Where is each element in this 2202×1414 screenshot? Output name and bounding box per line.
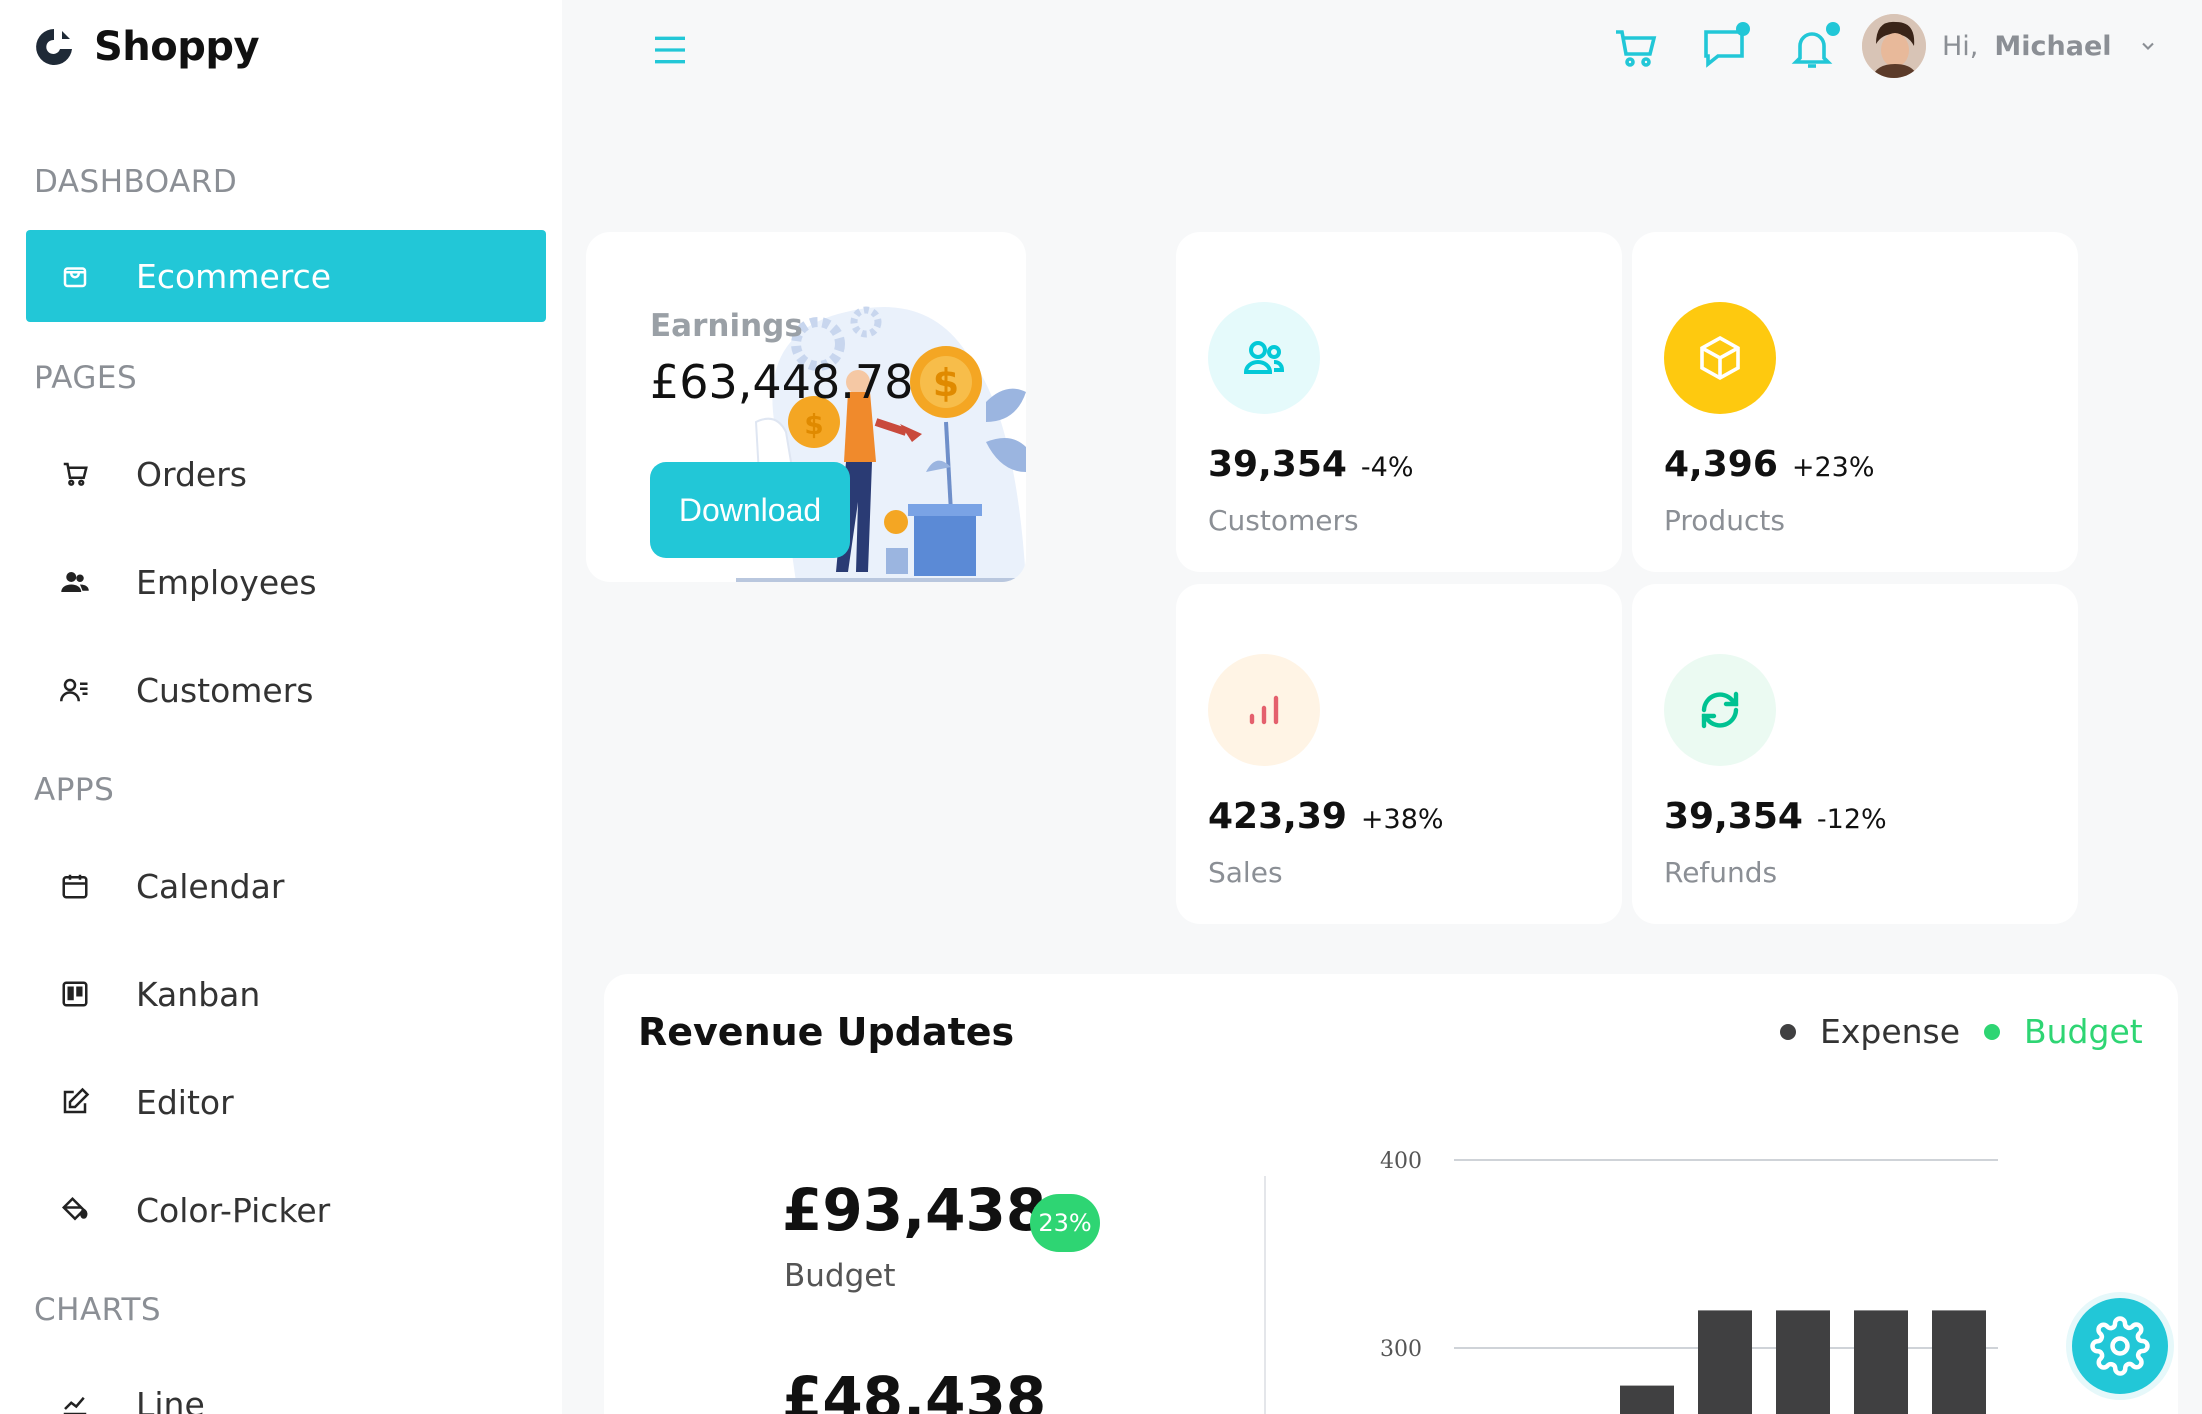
chevron-down-icon bbox=[2141, 42, 2154, 50]
bar-1 bbox=[1698, 1310, 1752, 1414]
stat-value-text: 4,396 bbox=[1664, 444, 1778, 485]
stat-value-refunds: 39,354 -12% bbox=[1664, 796, 1887, 837]
legend-label-budget: Budget bbox=[2024, 1012, 2143, 1051]
stat-change: -12% bbox=[1816, 804, 1887, 835]
sidebar: Shoppy DASHBOARD Ecommerce PAGES Orders … bbox=[0, 0, 562, 1414]
section-title-charts: CHARTS bbox=[34, 1292, 162, 1328]
user-profile-menu[interactable]: Hi, Michael bbox=[1862, 14, 2158, 78]
sidebar-item-editor[interactable]: Editor bbox=[26, 1056, 546, 1148]
app-logo[interactable]: Shoppy bbox=[32, 24, 260, 70]
stat-change: -4% bbox=[1360, 452, 1414, 483]
stat-value-customers: 39,354 -4% bbox=[1208, 444, 1414, 485]
sidebar-item-label: Employees bbox=[136, 562, 317, 602]
budget-label: Budget bbox=[784, 1258, 896, 1294]
expense-value: £48,438 bbox=[782, 1364, 1047, 1414]
gear-icon bbox=[2090, 1316, 2150, 1376]
revenue-title: Revenue Updates bbox=[638, 1010, 1015, 1054]
bell-notification-dot bbox=[1826, 22, 1840, 36]
greeting-text: Hi, bbox=[1942, 30, 1979, 62]
section-title-pages: PAGES bbox=[34, 360, 138, 396]
paint-bucket-icon bbox=[58, 1193, 92, 1227]
kanban-icon bbox=[58, 977, 92, 1011]
stat-change: +38% bbox=[1360, 804, 1444, 835]
sidebar-item-label: Calendar bbox=[136, 866, 285, 906]
stat-value-text: 39,354 bbox=[1664, 796, 1803, 837]
edit-icon bbox=[58, 1085, 92, 1119]
employees-icon bbox=[58, 565, 92, 599]
line-chart-icon bbox=[58, 1387, 92, 1414]
legend-budget: Budget bbox=[1984, 1012, 2143, 1051]
revenue-bar-chart: 400 300 bbox=[1380, 1149, 1998, 1414]
cart-icon bbox=[58, 457, 92, 491]
budget-change-badge: 23% bbox=[1030, 1194, 1100, 1252]
svg-text:$: $ bbox=[804, 408, 823, 441]
sidebar-item-label: Kanban bbox=[136, 974, 261, 1014]
stat-value-sales: 423,39 +38% bbox=[1208, 796, 1444, 837]
users-icon[interactable] bbox=[1208, 302, 1320, 414]
y-tick-label: 400 bbox=[1380, 1149, 1422, 1174]
sidebar-item-orders[interactable]: Orders bbox=[26, 428, 546, 520]
sidebar-item-label: Customers bbox=[136, 670, 314, 710]
download-button[interactable]: Download bbox=[650, 462, 850, 558]
customers-icon bbox=[58, 673, 92, 707]
bar-2 bbox=[1776, 1310, 1830, 1414]
sidebar-item-calendar[interactable]: Calendar bbox=[26, 840, 546, 932]
section-title-dashboard: DASHBOARD bbox=[34, 164, 238, 200]
earnings-value: £63,448.78 bbox=[650, 355, 914, 409]
cart-icon[interactable] bbox=[1612, 24, 1660, 72]
sidebar-item-label: Ecommerce bbox=[136, 256, 332, 296]
sidebar-item-label: Orders bbox=[136, 454, 247, 494]
sidebar-item-ecommerce[interactable]: Ecommerce bbox=[26, 230, 546, 322]
menu-icon[interactable] bbox=[650, 30, 690, 70]
stat-label-customers: Customers bbox=[1208, 504, 1359, 537]
earnings-label: Earnings bbox=[650, 308, 803, 344]
bar-chart-icon[interactable] bbox=[1208, 654, 1320, 766]
shopping-bag-icon bbox=[58, 259, 92, 293]
legend-label-expense: Expense bbox=[1820, 1012, 1961, 1051]
sidebar-item-line[interactable]: Line bbox=[26, 1358, 546, 1414]
sidebar-item-kanban[interactable]: Kanban bbox=[26, 948, 546, 1040]
legend-dot-expense bbox=[1780, 1023, 1796, 1040]
section-title-apps: APPS bbox=[34, 772, 115, 808]
stat-label-refunds: Refunds bbox=[1664, 856, 1778, 889]
y-tick-label: 300 bbox=[1380, 1337, 1422, 1362]
revenue-divider bbox=[1264, 1176, 1266, 1414]
sidebar-item-employees[interactable]: Employees bbox=[26, 536, 546, 628]
stat-change: +23% bbox=[1791, 452, 1875, 483]
bar-0 bbox=[1620, 1385, 1674, 1414]
legend-expense: Expense bbox=[1780, 1012, 1960, 1051]
stat-value-text: 39,354 bbox=[1208, 444, 1347, 485]
chat-notification-dot bbox=[1736, 22, 1750, 36]
stat-value-text: 423,39 bbox=[1208, 796, 1347, 837]
bar-3 bbox=[1854, 1310, 1908, 1414]
box-icon[interactable] bbox=[1664, 302, 1776, 414]
bar-4 bbox=[1932, 1310, 1986, 1414]
stat-label-sales: Sales bbox=[1208, 856, 1283, 889]
sidebar-item-customers[interactable]: Customers bbox=[26, 644, 546, 736]
user-name: Michael bbox=[1994, 30, 2112, 62]
sidebar-item-color-picker[interactable]: Color-Picker bbox=[26, 1164, 546, 1256]
svg-text:$: $ bbox=[933, 361, 959, 405]
settings-button[interactable] bbox=[2066, 1292, 2174, 1400]
stat-label-products: Products bbox=[1664, 504, 1785, 537]
avatar bbox=[1862, 14, 1926, 78]
sidebar-item-label: Editor bbox=[136, 1082, 234, 1122]
stat-value-products: 4,396 +23% bbox=[1664, 444, 1875, 485]
legend-dot-budget bbox=[1984, 1023, 2000, 1040]
refresh-icon[interactable] bbox=[1664, 654, 1776, 766]
shoppy-logo-icon bbox=[36, 29, 72, 65]
sidebar-item-label: Line bbox=[136, 1384, 205, 1414]
app-name: Shoppy bbox=[94, 24, 260, 70]
budget-value: £93,438 bbox=[782, 1176, 1047, 1244]
calendar-icon bbox=[58, 869, 92, 903]
sidebar-item-label: Color-Picker bbox=[136, 1190, 331, 1230]
